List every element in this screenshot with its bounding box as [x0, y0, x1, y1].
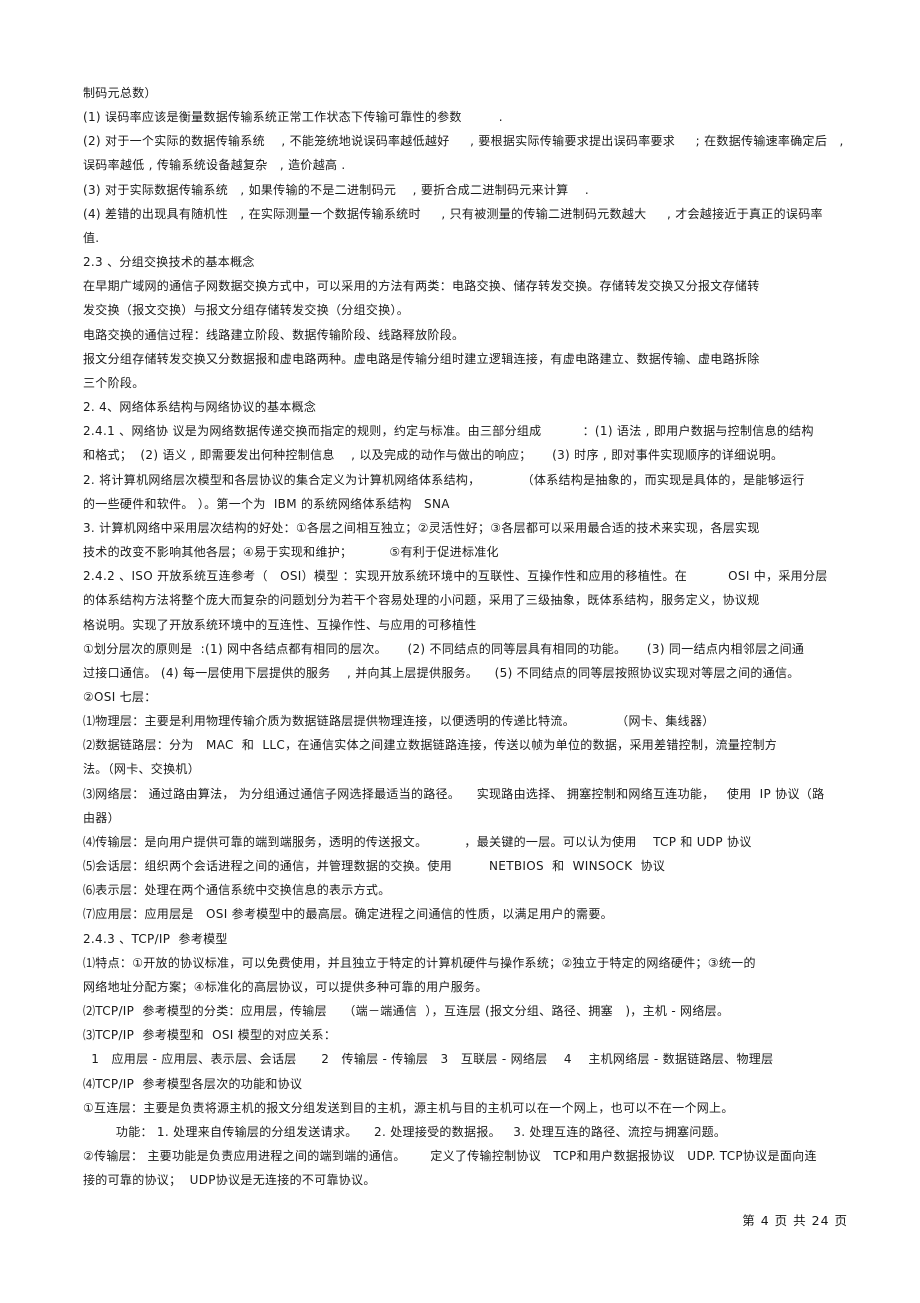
text-line: 功能： 1. 处理来自传输层的分组发送请求。 2. 处理接受的数据报。 3. 处…	[83, 1124, 727, 1139]
text-line: 1 应用层 - 应用层、表示层、会话层 2 传输层 - 传输层 3 互联层 - …	[83, 1052, 774, 1067]
text-line: 值.	[83, 230, 100, 245]
text-line: ①互连层：主要是负责将源主机的报文分组发送到目的主机，源主机与目的主机可以在一个…	[83, 1100, 734, 1115]
text-line: 3. 计算机网络中采用层次结构的好处：①各层之间相互独立；②灵活性好；③各层都可…	[83, 520, 760, 535]
text-line: (1) 误码率应该是衡量数据传输系统正常工作状态下传输可靠性的参数 .	[83, 110, 503, 125]
text-line: ⑹表示层：处理在两个通信系统中交换信息的表示方式。	[83, 883, 391, 898]
text-line: 发交换（报文交换）与报文分组存储转发交换（分组交换）。	[83, 303, 410, 318]
text-line: 电路交换的通信过程：线路建立阶段、数据传输阶段、线路释放阶段。	[83, 327, 465, 342]
text-line: ⑷TCP/IP 参考模型各层次的功能和协议	[83, 1076, 303, 1091]
text-line: ②传输层： 主要功能是负责应用进程之间的端到端的通信。 定义了传输控制协议 TC…	[83, 1149, 817, 1164]
text-line: 2.4.1 、网络协 议是为网络数据传递交换而指定的规则，约定与标准。由三部分组…	[83, 424, 814, 439]
text-line: ⑷传输层：是向用户提供可靠的端到端服务，透明的传送报文。 ，最关键的一层。可以认…	[83, 834, 752, 849]
text-line: 网络地址分配方案；④标准化的高层协议，可以提供多种可靠的用户服务。	[83, 979, 488, 994]
text-line: ②OSI 七层：	[83, 690, 157, 704]
text-line: ⑵数据链路层：分为 MAC 和 LLC，在通信实体之间建立数据链路连接，传送以帧…	[83, 738, 778, 753]
text-line: 误码率越低 , 传输系统设备越复杂 , 造价越高 .	[83, 158, 346, 173]
text-line: ①划分层次的原则是 :(1) 网中各结点都有相同的层次。 (2) 不同结点的同等…	[83, 641, 805, 656]
text-line: 在早期广域网的通信子网数据交换方式中，可以采用的方法有两类：电路交换、储存转发交…	[83, 279, 760, 294]
text-line: 2. 将计算机网络层次模型和各层协议的集合定义为计算机网络体系结构， （体系结构…	[83, 472, 805, 487]
text-line: (4) 差错的出现具有随机性 , 在实际测量一个数据传输系统时 , 只有被测量的…	[83, 206, 823, 221]
text-line: 过接口通信。 (4) 每一层使用下层提供的服务 , 并向其上层提供服务。 (5)…	[83, 665, 800, 680]
text-line: 2. 4、网络体系结构与网络协议的基本概念	[83, 400, 317, 415]
text-line: ⑵TCP/IP 参考模型的分类：应用层，传输层 （端－端通信 ），互连层 (报文…	[83, 1004, 730, 1019]
text-line: ⑴特点：①开放的协议标准，可以免费使用，并且独立于特定的计算机硬件与操作系统；②…	[83, 955, 756, 970]
page-number: 第 4 页 共 24 页	[742, 1213, 848, 1228]
text-line: 的一些硬件和软件。 ）。第一个为 IBM 的系统网络体系结构 SNA	[83, 496, 450, 511]
text-line: 技术的改变不影响其他各层；④易于实现和维护； ⑤有利于促进标准化	[83, 545, 499, 560]
text-line: 制码元总数）	[83, 86, 157, 100]
text-line: 法。（网卡、交换机）	[83, 762, 201, 777]
text-line: 格说明。实现了开放系统环境中的互连性、互操作性、与应用的可移植性	[83, 617, 477, 632]
text-line: 2.3 、分组交换技术的基本概念	[83, 255, 255, 270]
text-line: 2.4.2 、ISO 开放系统互连参考（ OSI）模型 ：实现开放系统环境中的互…	[83, 569, 828, 584]
text-line: 由器）	[83, 810, 120, 825]
text-line: 和格式； (2) 语义 , 即需要发出何种控制信息 , 以及完成的动作与做出的响…	[83, 448, 784, 463]
text-line: 报文分组存储转发交换又分数据报和虚电路两种。虚电路是传输分组时建立逻辑连接，有虚…	[83, 351, 760, 366]
text-line: ⑴物理层：主要是利用物理传输介质为数据链路层提供物理连接，以便透明的传递比特流。…	[83, 714, 715, 729]
text-line: (2) 对于一个实际的数据传输系统 , 不能笼统地说误码率越低越好 , 要根据实…	[83, 134, 844, 149]
text-line: 接的可靠的协议； UDP协议是无连接的不可靠协议。	[83, 1173, 376, 1188]
text-line: 的体系结构方法将整个庞大而复杂的问题划分为若干个容易处理的小问题，采用了三级抽象…	[83, 593, 760, 608]
text-line: ⑺应用层：应用层是 OSI 参考模型中的最高层。确定进程之间通信的性质，以满足用…	[83, 907, 613, 922]
text-line: (3) 对于实际数据传输系统 , 如果传输的不是二进制码元 , 要折合成二进制码…	[83, 182, 590, 197]
text-line: 2.4.3 、TCP/IP 参考模型	[83, 931, 228, 946]
text-line: 三个阶段。	[83, 375, 145, 390]
text-line: ⑶网络层： 通过路由算法， 为分组通过通信子网选择最适当的路径。 实现路由选择、…	[83, 786, 825, 801]
text-line: ⑶TCP/IP 参考模型和 OSI 模型的对应关系：	[83, 1028, 337, 1043]
text-line: ⑸会话层：组织两个会话进程之间的通信，并管理数据的交换。使用 NETBIOS 和…	[83, 859, 666, 874]
